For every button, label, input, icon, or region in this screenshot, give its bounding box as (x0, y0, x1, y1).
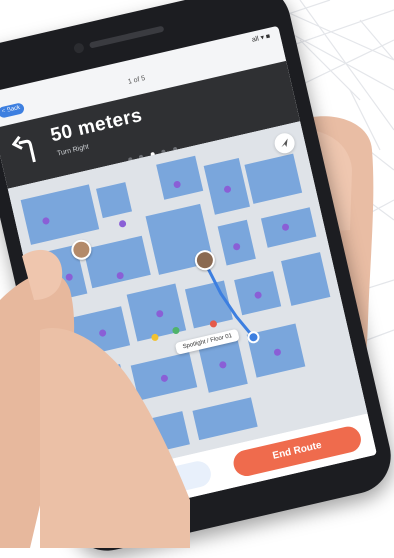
hand-left (0, 249, 190, 548)
